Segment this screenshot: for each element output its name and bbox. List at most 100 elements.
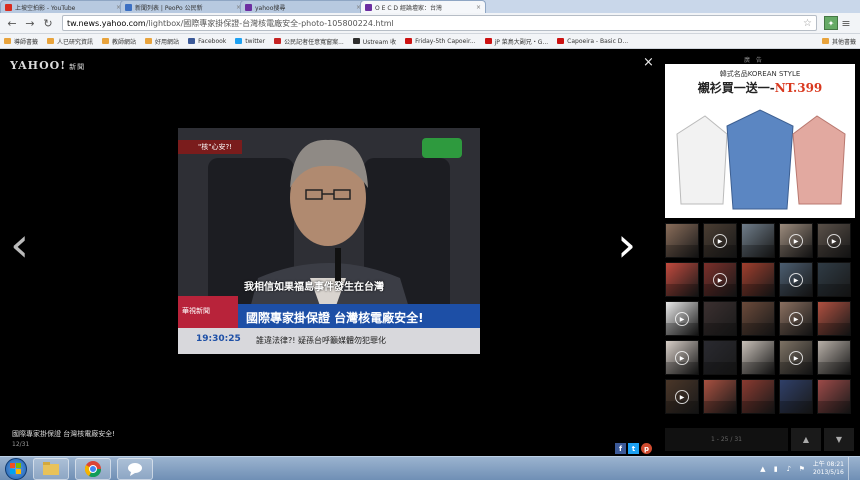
flag-icon[interactable]: ⚑ [797, 464, 807, 474]
play-icon: ▶ [675, 312, 689, 326]
browser-tab[interactable]: O E C D 經論壇家：台灣 × [360, 0, 486, 13]
previous-arrow-icon[interactable]: ‹ [10, 221, 29, 269]
show-desktop-button[interactable] [848, 456, 856, 480]
yahoo-logo[interactable]: YAHOO! 新聞 [10, 59, 85, 72]
bookmark-item[interactable]: Friday-5th Capoeir... [405, 38, 476, 45]
extension-icon[interactable]: ✦ [824, 16, 838, 30]
bookmark-icon [484, 38, 492, 44]
play-icon: ▶ [713, 273, 727, 287]
bookmark-label: Ustream 收 [362, 38, 397, 46]
thumbnail[interactable] [703, 379, 737, 414]
menu-icon[interactable]: ≡ [838, 15, 854, 31]
bookmark-item[interactable]: Capoeira - Basic D... [557, 38, 628, 45]
thumbnail[interactable]: ▶ [665, 301, 699, 336]
browser-tab[interactable]: yahoo搜尋 × [240, 0, 366, 13]
url-host: tw.news.yahoo.com [67, 18, 146, 28]
twitter-icon[interactable]: t [628, 443, 639, 454]
folder-icon [821, 38, 829, 44]
thumbnail[interactable] [741, 301, 775, 336]
other-bookmarks-label: 其他書籤 [831, 38, 856, 46]
taskbar-clock[interactable]: 上午 08:21 2013/5/16 [813, 461, 844, 477]
facebook-icon[interactable]: f [615, 443, 626, 454]
chrome-taskbar-button[interactable] [75, 457, 111, 480]
other-bookmarks[interactable]: 其他書籤 [821, 37, 856, 46]
bookmark-item[interactable]: twitter [235, 38, 265, 45]
thumbnail[interactable] [817, 262, 851, 297]
bookmark-item[interactable]: Facebook [188, 38, 226, 45]
thumbnail-pager: 1 - 25 / 31 ▲ ▼ [665, 428, 855, 451]
photo-headline: 國際專家掛保證 台灣核電廠安全! [246, 311, 424, 325]
bookmark-icon [145, 38, 153, 44]
thumbnail[interactable] [741, 262, 775, 297]
thumbnail-shade [742, 401, 774, 413]
thumbnail[interactable] [741, 340, 775, 375]
pager-info: 1 - 25 / 31 [665, 428, 788, 451]
thumbnail[interactable]: ▶ [665, 340, 699, 375]
browser-tab[interactable]: 上坡空拍影 - YouTube × [0, 0, 126, 13]
thumbnail[interactable] [665, 262, 699, 297]
thumbnail-shade [742, 284, 774, 296]
bookmark-item[interactable]: 導師書籤 [4, 37, 38, 46]
thumbnail[interactable] [741, 379, 775, 414]
tray-arrow-icon[interactable]: ▲ [758, 464, 768, 474]
pager-down-button[interactable]: ▼ [824, 428, 854, 451]
network-icon[interactable]: ▮ [771, 464, 781, 474]
photo-tag: "核"心安?! [198, 143, 232, 151]
thumbnail[interactable] [817, 301, 851, 336]
bookmark-item[interactable]: 教師網站 [102, 37, 136, 46]
thumbnail[interactable]: ▶ [779, 262, 813, 297]
ad-banner[interactable]: 韓式名品KOREAN STYLE 襯衫買一送一-NT.399 [665, 64, 855, 218]
bookmark-icon [102, 38, 110, 44]
thumbnail[interactable]: ▶ [779, 223, 813, 258]
plurk-icon[interactable]: p [641, 443, 652, 454]
thumbnail[interactable]: ▶ [817, 223, 851, 258]
thumbnail[interactable] [779, 379, 813, 414]
share-buttons: f t p [613, 443, 652, 454]
reload-icon[interactable]: ↻ [40, 15, 56, 31]
thumbnail-shade [704, 401, 736, 413]
thumbnail[interactable] [817, 340, 851, 375]
bookmark-item[interactable]: 人已研究資訊 [47, 37, 93, 46]
thumbnail[interactable]: ▶ [779, 340, 813, 375]
bookmarks-bar: 導師書籤 人已研究資訊 教師網站 好用網站 Facebook twitter 公民記者任意寬… [0, 34, 860, 49]
thumbnail[interactable] [703, 301, 737, 336]
thumbnail-shade [666, 245, 698, 257]
volume-icon[interactable]: ♪ [784, 464, 794, 474]
next-arrow-icon[interactable]: › [617, 221, 636, 269]
thumbnail[interactable] [817, 379, 851, 414]
bookmark-icon [557, 38, 565, 44]
bookmark-icon [4, 38, 11, 44]
news-photo: "核"心安?! 我相信如果福島事件發生在台灣 華視新聞 國際專家掛保證 台灣核電… [178, 128, 480, 354]
thumbnail[interactable]: ▶ [703, 223, 737, 258]
ticker-text: 誰違法律?! 疑孫台呼籲媒體勿犯罪化 [256, 336, 386, 345]
bookmark-item[interactable]: 好用網站 [145, 37, 179, 46]
pager-up-button[interactable]: ▲ [791, 428, 821, 451]
chat-taskbar-button[interactable] [117, 457, 153, 480]
bookmark-icon [405, 38, 413, 44]
tab-close-icon[interactable]: × [476, 4, 481, 11]
close-icon[interactable]: × [643, 55, 654, 70]
browser-tab[interactable]: 新聞列表 | PeoPo 公民新 × [120, 0, 246, 13]
bookmark-label: Facebook [198, 37, 227, 45]
thumbnail[interactable] [703, 340, 737, 375]
bookmark-icon [188, 38, 196, 44]
thumbnail[interactable] [741, 223, 775, 258]
address-bar[interactable]: tw.news.yahoo.com /lightbox/國際專家掛保證-台灣核電… [62, 15, 817, 31]
explorer-taskbar-button[interactable] [33, 457, 69, 480]
thumbnail[interactable]: ▶ [779, 301, 813, 336]
forward-icon[interactable]: → [22, 15, 38, 31]
thumbnail[interactable]: ▶ [665, 379, 699, 414]
start-button[interactable] [5, 457, 27, 480]
thumbnail-shade [666, 284, 698, 296]
bookmark-item[interactable]: 公民記者任意寬窗案... [274, 37, 344, 46]
play-icon: ▶ [827, 234, 841, 248]
bookmark-item[interactable]: Ustream 收 [352, 37, 397, 46]
thumbnail[interactable]: ▶ [703, 262, 737, 297]
bookmark-label: Capoeira - Basic D... [567, 37, 629, 45]
bookmark-item[interactable]: jP 菜鳥大副兄・G... [484, 37, 548, 46]
thumbnail[interactable] [665, 223, 699, 258]
back-icon[interactable]: ← [4, 15, 20, 31]
thumbnail-shade [818, 323, 850, 335]
logo-sub: 新聞 [69, 63, 86, 71]
bookmark-star-icon[interactable]: ☆ [803, 18, 812, 29]
